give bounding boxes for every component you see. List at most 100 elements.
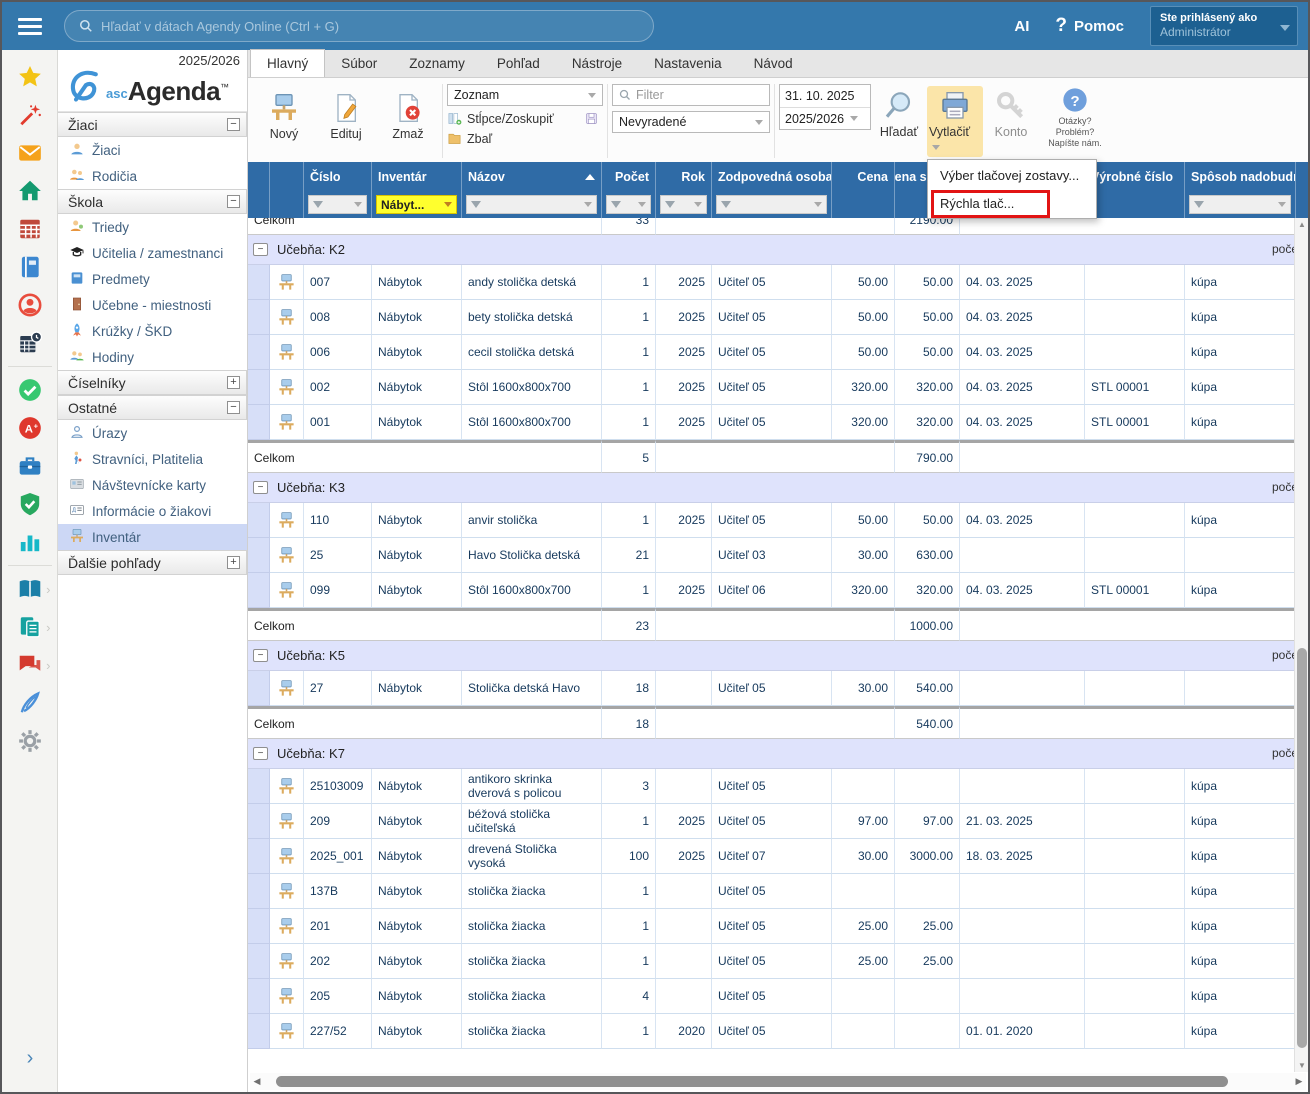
table-row[interactable]: 137BNábytokstolička žiacka1Učiteľ 05kúpa: [248, 874, 1294, 909]
sidebar-item-invent-r[interactable]: Inventár: [58, 524, 247, 550]
column-header-osoba[interactable]: Zodpovedná osoba: [712, 162, 832, 191]
chat-icon[interactable]: ›: [10, 646, 50, 684]
status-select[interactable]: Nevyradené: [612, 111, 770, 133]
filter-dropdown[interactable]: [606, 195, 651, 214]
table-row[interactable]: 27NábytokStolička detská Havo18Učiteľ 05…: [248, 671, 1294, 706]
print-menu-item-rychla-tlac[interactable]: Rýchla tlač...: [928, 189, 1096, 217]
print-button[interactable]: Vytlačiť: [927, 86, 983, 157]
calendar-clock-icon[interactable]: [10, 324, 50, 362]
expander-icon[interactable]: +: [227, 376, 240, 389]
collapse-button[interactable]: Zbaľ: [447, 131, 603, 146]
tab-s-bor[interactable]: Súbor: [325, 50, 393, 77]
filter-dropdown[interactable]: [660, 195, 707, 214]
questions-button[interactable]: ? Otázky?Problém?Napíšte nám.: [1039, 86, 1111, 149]
collapse-group-button[interactable]: −: [253, 243, 268, 256]
tab-n-vod[interactable]: Návod: [738, 50, 809, 77]
sidebar-section--al-ie-poh-ady[interactable]: Ďalšie pohľady+: [58, 550, 247, 575]
expander-icon[interactable]: −: [227, 118, 240, 131]
sidebar-item-triedy[interactable]: Triedy: [58, 214, 247, 240]
table-row[interactable]: 099NábytokStôl 1600x800x70012025Učiteľ 0…: [248, 573, 1294, 608]
save-icon[interactable]: [584, 111, 599, 126]
sidebar-item-predmety[interactable]: Predmety: [58, 266, 247, 292]
sidebar-item--iaci[interactable]: Žiaci: [58, 137, 247, 163]
collapse-group-button[interactable]: −: [253, 481, 268, 494]
mail-icon[interactable]: [10, 134, 50, 172]
scroll-up-arrow[interactable]: ▲: [1295, 220, 1309, 229]
horizontal-scroll-track[interactable]: [264, 1075, 1292, 1088]
documents-icon[interactable]: ›: [10, 608, 50, 646]
tab-hlavn-[interactable]: Hlavný: [250, 49, 325, 77]
table-row[interactable]: 209Nábytokbéžová stolička učiteľská12025…: [248, 804, 1294, 839]
table-row[interactable]: 002NábytokStôl 1600x800x70012025Učiteľ 0…: [248, 370, 1294, 405]
new-button[interactable]: Nový: [256, 88, 312, 145]
list-select[interactable]: Zoznam: [447, 84, 603, 106]
table-row[interactable]: 008Nábytokbety stolička detská12025Učite…: [248, 300, 1294, 335]
schoolyear-select[interactable]: 2025/2026: [780, 107, 870, 129]
table-row[interactable]: 2025_001Nábytokdrevená Stolička vysoká10…: [248, 839, 1294, 874]
user-menu[interactable]: Ste prihlásený ako Administrátor: [1150, 6, 1298, 46]
collapse-group-button[interactable]: −: [253, 747, 268, 760]
menu-icon[interactable]: [2, 2, 58, 50]
table-row[interactable]: 202Nábytokstolička žiacka1Učiteľ 0525.00…: [248, 944, 1294, 979]
library-icon[interactable]: ›: [10, 570, 50, 608]
scroll-right-arrow[interactable]: ▶: [1292, 1076, 1306, 1087]
grade-icon[interactable]: A+: [10, 409, 50, 447]
columns-group-button[interactable]: Stĺpce/Zoskupiť: [447, 111, 603, 126]
column-header-nazov[interactable]: Názov: [462, 162, 602, 191]
column-header-cena[interactable]: Cena: [832, 162, 895, 191]
tab-nastavenia[interactable]: Nastavenia: [638, 50, 738, 77]
delete-button[interactable]: Zmaž: [380, 88, 436, 145]
account-button[interactable]: Konto: [983, 86, 1039, 143]
column-header-gutter[interactable]: [248, 162, 270, 191]
sidebar-item-rodi-ia[interactable]: Rodičia: [58, 163, 247, 189]
sidebar-item-kr-ky-kd[interactable]: Krúžky / ŠKD: [58, 318, 247, 344]
notebook-icon[interactable]: [10, 248, 50, 286]
sidebar-section-ostatn-[interactable]: Ostatné−: [58, 395, 247, 420]
print-menu-item-vyber-zostavy[interactable]: Výber tlačovej zostavy...: [928, 161, 1096, 189]
sidebar-item--razy[interactable]: Úrazy: [58, 420, 247, 446]
collapse-group-button[interactable]: −: [253, 649, 268, 662]
magic-wand-icon[interactable]: [10, 96, 50, 134]
sidebar-item-n-v-tevn-cke-karty[interactable]: Návštevnícke karty: [58, 472, 247, 498]
column-header-icon[interactable]: [270, 162, 304, 191]
sidebar-item-stravn-ci-platitelia[interactable]: Stravníci, Platitelia: [58, 446, 247, 472]
expander-icon[interactable]: −: [227, 401, 240, 414]
calendar-grid-icon[interactable]: [10, 210, 50, 248]
check-circle-icon[interactable]: [10, 371, 50, 409]
table-row[interactable]: 227/52Nábytokstolička žiacka12020Učiteľ …: [248, 1014, 1294, 1049]
sidebar-section--kola[interactable]: Škola−: [58, 189, 247, 214]
star-icon[interactable]: [10, 58, 50, 96]
filter-dropdown[interactable]: [308, 195, 367, 214]
table-row[interactable]: 006Nábytokcecil stolička detská12025Učit…: [248, 335, 1294, 370]
pen-icon[interactable]: [10, 684, 50, 722]
person-circle-icon[interactable]: [10, 286, 50, 324]
edit-button[interactable]: Edituj: [318, 88, 374, 145]
tab-zoznamy[interactable]: Zoznamy: [393, 50, 481, 77]
sidebar-item-u-ebne-miestnosti[interactable]: Učebne - miestnosti: [58, 292, 247, 318]
table-row[interactable]: 110Nábytokanvir stolička12025Učiteľ 0550…: [248, 503, 1294, 538]
global-search-input[interactable]: Hľadať v dátach Agendy Online (Ctrl + G): [64, 10, 654, 42]
briefcase-icon[interactable]: [10, 447, 50, 485]
column-header-sposob[interactable]: Spôsob nadobudnutia: [1185, 162, 1296, 191]
sidebar-item-u-itelia-zamestnanci[interactable]: Učitelia / zamestnanci: [58, 240, 247, 266]
tab-poh-ad[interactable]: Pohľad: [481, 50, 556, 77]
scroll-down-arrow[interactable]: ▼: [1295, 1061, 1309, 1070]
horizontal-scroll-thumb[interactable]: [276, 1076, 1228, 1087]
vertical-scroll-thumb[interactable]: [1297, 648, 1307, 1048]
table-row[interactable]: 007Nábytokandy stolička detská12025Učite…: [248, 265, 1294, 300]
column-header-pocet[interactable]: Počet: [602, 162, 656, 191]
home-icon[interactable]: [10, 172, 50, 210]
ai-button[interactable]: AI: [1014, 18, 1029, 35]
filter-input[interactable]: Filter: [612, 84, 770, 106]
table-row[interactable]: 25103009Nábytokantikoro skrinka dverová …: [248, 769, 1294, 804]
filter-dropdown[interactable]: [716, 195, 827, 214]
table-row[interactable]: 205Nábytokstolička žiacka4Učiteľ 05kúpa: [248, 979, 1294, 1014]
column-header-cislo[interactable]: Číslo: [304, 162, 372, 191]
expander-icon[interactable]: +: [227, 556, 240, 569]
sidebar-item-hodiny[interactable]: Hodiny: [58, 344, 247, 370]
filter-dropdown-active[interactable]: Nábyt...: [376, 195, 457, 214]
search-button[interactable]: Hľadať: [871, 86, 927, 143]
column-header-inventar[interactable]: Inventár: [372, 162, 462, 191]
horizontal-scrollbar[interactable]: ◀ ▶: [250, 1073, 1306, 1090]
table-row[interactable]: 25NábytokHavo Stolička detská21Učiteľ 03…: [248, 538, 1294, 573]
